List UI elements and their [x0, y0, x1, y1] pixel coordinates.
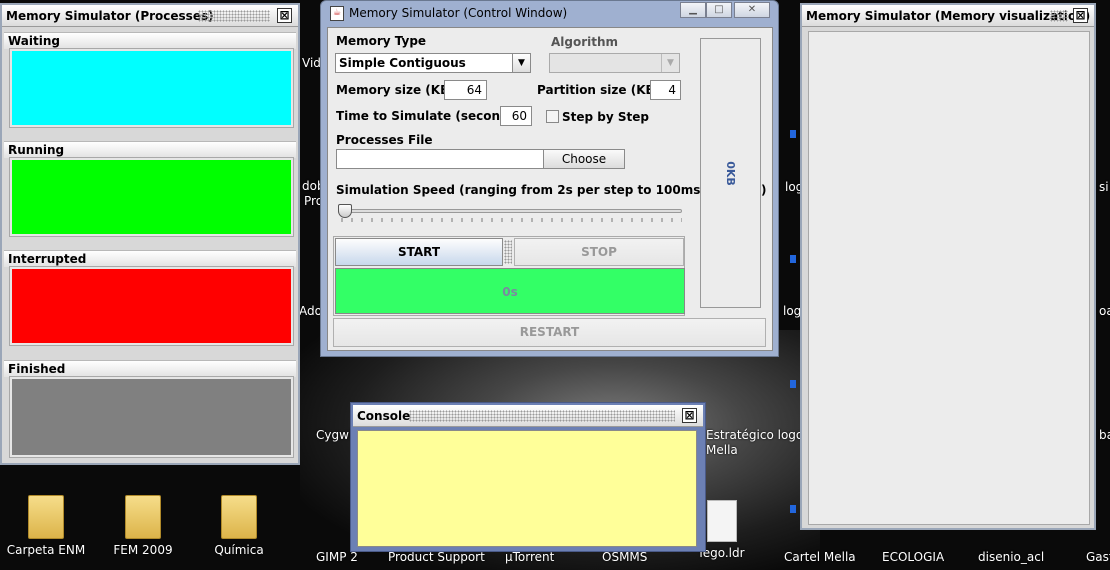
- control-panel: Memory Type Simple Contiguous ▼ Algorith…: [327, 27, 773, 351]
- desktop-icon-disenio-acl[interactable]: disenio_acl: [978, 550, 1044, 564]
- close-icon[interactable]: ⊠: [1073, 8, 1088, 23]
- algorithm-label: Algorithm: [551, 35, 619, 49]
- close-icon[interactable]: ⊠: [682, 408, 697, 423]
- shortcut-arrow-icon: [790, 505, 796, 513]
- maximize-icon[interactable]: □: [706, 2, 732, 18]
- time-to-simulate-field[interactable]: 60: [500, 106, 532, 126]
- memory-size-field[interactable]: 64: [444, 80, 487, 100]
- interrupted-label: Interrupted: [4, 250, 296, 267]
- minimize-icon[interactable]: ▁: [680, 2, 706, 18]
- desktop-icon-label: lego.ldr: [699, 546, 745, 560]
- processes-file-field[interactable]: [336, 149, 544, 169]
- choose-button[interactable]: Choose: [543, 149, 625, 169]
- desktop-icon-osmms[interactable]: OSMMS: [602, 550, 647, 564]
- desktop-icon-quimica[interactable]: Química: [197, 495, 281, 557]
- close-icon[interactable]: ⊠: [277, 8, 292, 23]
- drag-grip[interactable]: [1050, 10, 1068, 22]
- desktop-icon-carpeta-enm[interactable]: Carpeta ENM: [4, 495, 88, 557]
- control-window-title: Memory Simulator (Control Window): [349, 6, 568, 20]
- drag-grip[interactable]: [409, 410, 675, 422]
- slider-track: [338, 209, 682, 213]
- simulation-speed-slider[interactable]: [338, 202, 682, 228]
- desktop-icon-gast[interactable]: Gast: [1086, 550, 1110, 564]
- running-label: Running: [4, 141, 296, 158]
- slider-thumb[interactable]: [338, 204, 352, 218]
- memory-visualization-canvas: [808, 31, 1090, 525]
- processes-window-titlebar[interactable]: Memory Simulator (Processes) ⊠: [2, 5, 298, 27]
- waiting-process-area: [9, 48, 294, 128]
- desktop-label-estrategico: Estratégico logo-: [706, 428, 808, 442]
- control-window: ☕ Memory Simulator (Control Window) ▁ □ …: [320, 0, 779, 357]
- processes-file-label: Processes File: [336, 133, 433, 147]
- desktop-label-right-1: si: [1099, 180, 1109, 194]
- restart-button[interactable]: RESTART: [333, 318, 766, 347]
- folder-icon: [221, 495, 257, 539]
- partition-size-field[interactable]: 4: [650, 80, 681, 100]
- folder-icon: [28, 495, 64, 539]
- desktop-label-right-2: oa: [1099, 304, 1110, 318]
- folder-icon: [125, 495, 161, 539]
- memory-window-title: Memory Simulator (Memory visualization): [806, 9, 1091, 23]
- memory-size-label: Memory size (KB): [336, 83, 455, 97]
- desktop-label-right-3: ba: [1099, 428, 1110, 442]
- memory-usage-readout: 0KB: [724, 160, 737, 186]
- memory-window-titlebar[interactable]: Memory Simulator (Memory visualization) …: [802, 5, 1094, 27]
- chevron-down-icon: ▼: [661, 54, 679, 72]
- step-by-step-label: Step by Step: [562, 110, 649, 124]
- file-icon: [707, 500, 737, 542]
- stop-button[interactable]: STOP: [514, 238, 684, 266]
- close-icon[interactable]: ✕: [734, 2, 770, 18]
- desktop-icon-cartel-mella[interactable]: Cartel Mella: [784, 550, 856, 564]
- desktop-icon-ecologia[interactable]: ECOLOGIA: [882, 550, 944, 564]
- slider-ticks: [341, 218, 682, 222]
- finished-label: Finished: [4, 360, 296, 377]
- step-by-step-checkbox[interactable]: [546, 110, 559, 123]
- desktop-icon-label: FEM 2009: [113, 543, 173, 557]
- processes-window-title: Memory Simulator (Processes): [6, 9, 214, 23]
- java-icon: ☕: [330, 6, 344, 21]
- start-button[interactable]: START: [335, 238, 503, 266]
- time-to-simulate-label: Time to Simulate (seconds): [336, 109, 522, 123]
- desktop-icon-product-support[interactable]: Product Support: [388, 550, 485, 564]
- desktop-icon-label: Carpeta ENM: [6, 543, 86, 557]
- desktop-label-cygwin: Cygwi: [316, 428, 353, 442]
- memory-type-select[interactable]: Simple Contiguous ▼: [335, 53, 531, 73]
- memory-type-value: Simple Contiguous: [339, 56, 466, 70]
- desktop-label-mella: Mella: [706, 443, 738, 457]
- console-window: Console ⊠: [350, 402, 706, 552]
- shortcut-arrow-icon: [790, 130, 796, 138]
- waiting-label: Waiting: [4, 32, 296, 49]
- memory-usage-bar: 0KB: [700, 38, 761, 308]
- drag-grip[interactable]: [504, 240, 512, 264]
- partition-size-label: Partition size (KB): [537, 83, 661, 97]
- finished-process-area: [9, 376, 294, 458]
- shortcut-arrow-icon: [790, 380, 796, 388]
- desktop-icon-gimp[interactable]: GIMP 2: [316, 550, 358, 564]
- desktop-icon-utorrent[interactable]: µTorrent: [505, 550, 554, 564]
- algorithm-select[interactable]: ▼: [549, 53, 680, 73]
- console-title: Console: [357, 409, 411, 423]
- desktop-icon-label: Química: [214, 543, 264, 557]
- memory-readout-wrap: 0KB: [701, 39, 760, 307]
- console-titlebar[interactable]: Console ⊠: [353, 405, 703, 427]
- timer-display: 0s: [335, 268, 685, 314]
- chevron-down-icon: ▼: [512, 54, 530, 72]
- running-process-area: [9, 157, 294, 237]
- memory-visualization-window: Memory Simulator (Memory visualization) …: [800, 3, 1096, 530]
- processes-window: Memory Simulator (Processes) ⊠ Waiting R…: [0, 3, 300, 465]
- interrupted-process-area: [9, 266, 294, 346]
- shortcut-arrow-icon: [790, 255, 796, 263]
- memory-type-label: Memory Type: [336, 34, 427, 48]
- drag-grip[interactable]: [198, 10, 270, 22]
- console-output[interactable]: [357, 430, 697, 547]
- control-window-titlebar[interactable]: ☕ Memory Simulator (Control Window) ▁ □ …: [321, 1, 778, 27]
- desktop-icon-fem-2009[interactable]: FEM 2009: [101, 495, 185, 557]
